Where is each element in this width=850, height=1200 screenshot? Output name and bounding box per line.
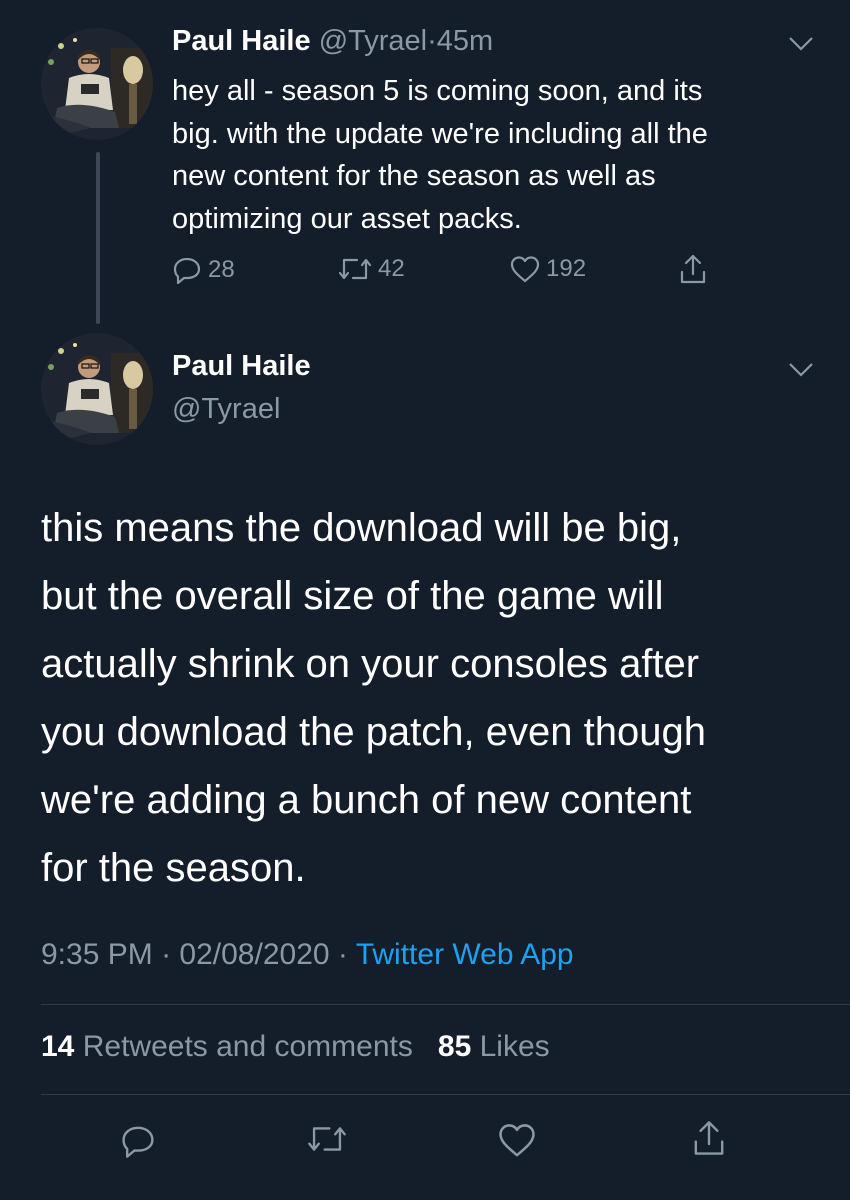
retweet-count: 42 bbox=[378, 255, 405, 282]
engagement-stats: 14 Retweets and comments 85 Likes bbox=[41, 1030, 550, 1064]
author-handle[interactable]: @Tyrael bbox=[172, 393, 280, 426]
tweet-header: Paul Haile @Tyrael·45m bbox=[172, 25, 493, 58]
chevron-down-icon[interactable] bbox=[788, 362, 814, 378]
tweet-text: this means the download will be big, but… bbox=[41, 506, 706, 890]
share-icon bbox=[678, 253, 708, 285]
avatar-photo bbox=[41, 28, 153, 140]
meta-separator: · bbox=[337, 938, 348, 971]
reply-count: 28 bbox=[208, 256, 235, 283]
share-button[interactable] bbox=[678, 253, 708, 285]
tweet-time[interactable]: 45m bbox=[437, 25, 493, 57]
tweet-time: 9:35 PM bbox=[41, 938, 153, 971]
chevron-down-icon[interactable] bbox=[788, 36, 814, 52]
avatar-photo bbox=[41, 333, 153, 445]
avatar[interactable] bbox=[41, 28, 153, 140]
likes-stat[interactable]: 85 Likes bbox=[438, 1030, 550, 1063]
meta-separator: · bbox=[161, 938, 172, 971]
retweets-stat[interactable]: 14 Retweets and comments bbox=[41, 1030, 413, 1063]
likes-count: 85 bbox=[437, 1030, 472, 1063]
retweet-button[interactable]: 42 bbox=[338, 255, 405, 283]
heart-icon bbox=[510, 255, 540, 283]
tweet-meta: 9:35 PM · 02/08/2020 · Twitter Web App bbox=[41, 938, 574, 972]
likes-label: Likes bbox=[479, 1030, 550, 1063]
reply-button[interactable] bbox=[120, 1122, 156, 1160]
heart-icon bbox=[498, 1122, 536, 1158]
author-handle[interactable]: @Tyrael bbox=[319, 25, 427, 57]
thread-connector-line bbox=[96, 152, 100, 324]
retweets-label: Retweets and comments bbox=[82, 1030, 413, 1063]
tweet-date: 02/08/2020 bbox=[179, 938, 330, 971]
like-count: 192 bbox=[546, 255, 587, 282]
divider bbox=[41, 1004, 850, 1005]
like-button[interactable]: 192 bbox=[510, 255, 586, 283]
tweet-text: hey all - season 5 is coming soon, and i… bbox=[172, 75, 708, 235]
retweet-icon bbox=[307, 1122, 347, 1156]
retweets-count: 14 bbox=[41, 1030, 75, 1063]
retweet-button[interactable] bbox=[307, 1122, 347, 1156]
share-button[interactable] bbox=[691, 1118, 727, 1158]
reply-icon bbox=[172, 255, 202, 285]
author-name[interactable]: Paul Haile bbox=[172, 350, 311, 383]
reply-icon bbox=[120, 1122, 156, 1160]
tweet-source-link[interactable]: Twitter Web App bbox=[356, 938, 574, 971]
share-icon bbox=[691, 1118, 727, 1158]
retweet-icon bbox=[338, 255, 372, 283]
author-name[interactable]: Paul Haile bbox=[172, 25, 311, 57]
avatar[interactable] bbox=[41, 333, 153, 445]
divider bbox=[41, 1094, 850, 1095]
time-separator: · bbox=[427, 25, 437, 57]
reply-button[interactable]: 28 bbox=[172, 255, 235, 285]
like-button[interactable] bbox=[498, 1122, 536, 1158]
